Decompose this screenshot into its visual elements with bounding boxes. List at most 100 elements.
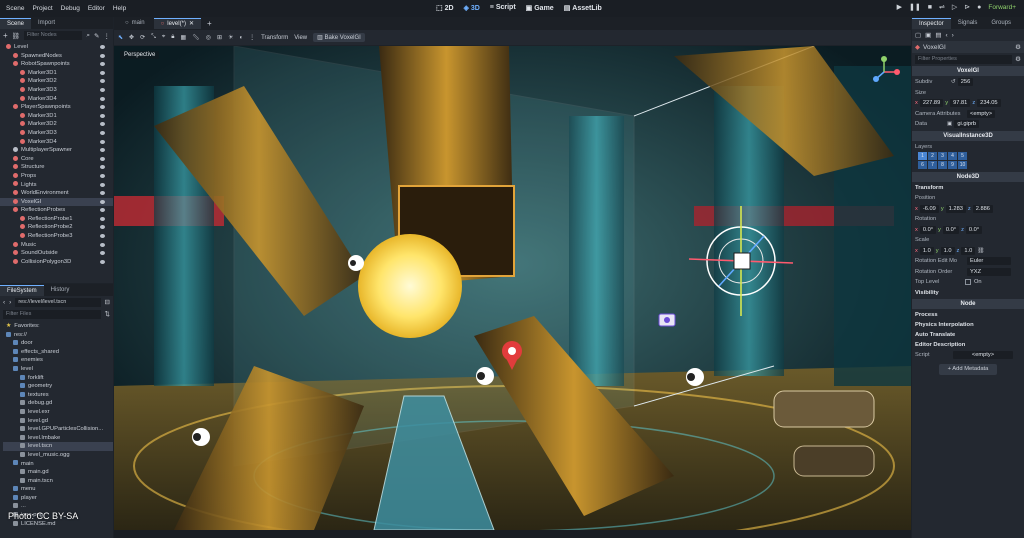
scene-node[interactable]: Marker3D1 bbox=[0, 69, 113, 78]
ruler-icon[interactable]: 📏︎ bbox=[192, 34, 200, 41]
menu-project[interactable]: Project bbox=[32, 5, 52, 12]
tab-groups[interactable]: Groups bbox=[984, 18, 1018, 29]
sun-toggle-icon[interactable]: ☀ bbox=[228, 34, 233, 41]
layer-toggle[interactable]: 2 bbox=[928, 152, 937, 160]
file-item[interactable]: debug.gd bbox=[3, 399, 113, 408]
history-forward-icon[interactable]: › bbox=[952, 32, 954, 39]
menu-help[interactable]: Help bbox=[113, 5, 126, 12]
group-editor-description[interactable]: Editor Description bbox=[912, 340, 1024, 350]
visibility-eye-icon[interactable] bbox=[100, 53, 105, 58]
visibility-eye-icon[interactable] bbox=[100, 199, 105, 204]
layer-toggle[interactable]: 1 bbox=[918, 152, 927, 160]
scene-node[interactable]: Level bbox=[0, 43, 113, 52]
file-item[interactable]: level.GPUParticlesCollision... bbox=[3, 425, 113, 434]
tab-signals[interactable]: Signals bbox=[951, 18, 985, 29]
visibility-eye-icon[interactable] bbox=[100, 87, 105, 92]
search-icon[interactable]: ⌕ bbox=[86, 32, 90, 40]
scene-node[interactable]: ReflectionProbes bbox=[0, 206, 113, 215]
visibility-eye-icon[interactable] bbox=[100, 234, 105, 239]
settings-icon[interactable]: ⚙ bbox=[1015, 43, 1021, 51]
scene-filter-input[interactable]: Filter Nodes bbox=[23, 31, 83, 40]
position-y-field[interactable]: 1.283 bbox=[945, 204, 966, 213]
visibility-eye-icon[interactable] bbox=[100, 45, 105, 49]
position-x-field[interactable]: -6.09 bbox=[919, 204, 939, 213]
scene-node[interactable]: Marker3D2 bbox=[0, 120, 113, 129]
add-metadata-button[interactable]: + Add Metadata bbox=[939, 364, 997, 375]
layer-toggle[interactable]: 9 bbox=[948, 161, 957, 169]
bake-voxelgi-button[interactable]: ▥ Bake VoxelGI bbox=[313, 33, 365, 42]
rotation-edit-mode-select[interactable]: Euler bbox=[967, 257, 1011, 266]
visibility-eye-icon[interactable] bbox=[100, 96, 105, 101]
visibility-eye-icon[interactable] bbox=[100, 251, 105, 256]
layer-toggle[interactable]: 4 bbox=[948, 152, 957, 160]
file-item[interactable]: effects_shared bbox=[3, 348, 113, 357]
file-item[interactable]: door bbox=[3, 339, 113, 348]
remote-debug-icon[interactable]: ⇌ bbox=[939, 3, 945, 11]
renderer-select[interactable]: Forward+ bbox=[988, 4, 1016, 11]
scale-z-field[interactable]: 1.0 bbox=[961, 246, 976, 255]
layer-toggle[interactable]: 5 bbox=[958, 152, 967, 160]
rotation-x-field[interactable]: 0.0° bbox=[919, 225, 937, 234]
scene-node[interactable]: Marker3D1 bbox=[0, 112, 113, 121]
add-node-icon[interactable]: + bbox=[3, 31, 8, 40]
file-item[interactable]: level.lmbake bbox=[3, 434, 113, 443]
menu-scene[interactable]: Scene bbox=[6, 5, 24, 12]
scene-node[interactable]: Props bbox=[0, 172, 113, 181]
script-field[interactable]: <empty> bbox=[953, 350, 1013, 359]
scene-node[interactable]: PlayerSpawnpoints bbox=[0, 103, 113, 112]
tab-import[interactable]: Import bbox=[31, 18, 62, 29]
layer-toggle[interactable]: 8 bbox=[938, 161, 947, 169]
move-tool-icon[interactable]: ✥ bbox=[129, 34, 134, 41]
visibility-eye-icon[interactable] bbox=[100, 79, 105, 84]
file-item[interactable]: menu bbox=[3, 485, 113, 494]
script-icon[interactable]: ✎ bbox=[94, 32, 99, 40]
menu-icon[interactable]: ⋮ bbox=[104, 32, 111, 40]
data-resource-field[interactable]: gi.giprb bbox=[954, 120, 980, 129]
visibility-eye-icon[interactable] bbox=[100, 122, 105, 127]
snap-icon[interactable]: ⊞ bbox=[217, 34, 222, 41]
scene-node[interactable]: SoundOutside bbox=[0, 249, 113, 258]
more-icon[interactable]: ⋮ bbox=[249, 34, 255, 41]
scene-node[interactable]: ReflectionProbe2 bbox=[0, 223, 113, 232]
local-space-icon[interactable]: ◎ bbox=[206, 34, 211, 41]
file-item[interactable]: forklift bbox=[3, 374, 113, 383]
lock-icon[interactable]: 🔒︎ bbox=[171, 34, 174, 41]
file-item[interactable]: level.exr bbox=[3, 408, 113, 417]
link-scale-icon[interactable]: ⛓ bbox=[977, 248, 984, 254]
file-item[interactable]: res:// bbox=[3, 331, 113, 340]
group-process[interactable]: Process bbox=[912, 310, 1024, 320]
light-icon-bottom-left[interactable] bbox=[192, 428, 210, 446]
tools-icon[interactable]: ⚙ bbox=[1015, 55, 1021, 63]
workspace-3d[interactable]: ◈ 3D bbox=[464, 4, 480, 12]
visibility-eye-icon[interactable] bbox=[100, 148, 105, 153]
voxelgi-node-icon[interactable] bbox=[733, 252, 751, 270]
workspace-assetlib[interactable]: ▤ AssetLib bbox=[564, 4, 602, 12]
select-tool-icon[interactable]: ⬉ bbox=[118, 34, 123, 41]
visibility-eye-icon[interactable] bbox=[100, 130, 105, 135]
scene-node[interactable]: Marker3D3 bbox=[0, 129, 113, 138]
audio-icon[interactable] bbox=[348, 255, 364, 271]
rotation-y-field[interactable]: 0.0° bbox=[942, 225, 960, 234]
open-icon[interactable]: ▣ bbox=[925, 31, 931, 39]
fs-path-field[interactable]: res://level/level.tscn bbox=[15, 297, 101, 307]
play-icon[interactable]: ▶ bbox=[897, 3, 902, 11]
omni-light-icon[interactable] bbox=[476, 367, 494, 385]
split-icon[interactable]: ⊟ bbox=[105, 298, 110, 306]
fs-filter-input[interactable]: Filter Files bbox=[3, 309, 101, 319]
scene-node[interactable]: MultiplayerSpawner bbox=[0, 146, 113, 155]
selectable-tool-icon[interactable]: ⌖ bbox=[162, 34, 165, 41]
tab-filesystem[interactable]: FileSystem bbox=[0, 285, 44, 296]
layer-toggle[interactable]: 10 bbox=[958, 161, 967, 169]
visibility-eye-icon[interactable] bbox=[100, 139, 105, 144]
file-item[interactable]: main bbox=[3, 460, 113, 469]
top-level-checkbox[interactable] bbox=[965, 279, 971, 286]
layer-toggle[interactable]: 6 bbox=[918, 161, 927, 169]
visibility-eye-icon[interactable] bbox=[100, 173, 105, 178]
transform-menu[interactable]: Transform bbox=[261, 35, 288, 41]
subdiv-select[interactable]: 256 bbox=[957, 78, 974, 87]
env-toggle-icon[interactable]: ◐ bbox=[239, 35, 243, 41]
stop-icon[interactable]: ■ bbox=[928, 4, 932, 11]
visibility-eye-icon[interactable] bbox=[100, 156, 105, 161]
movie-icon[interactable]: ● bbox=[977, 4, 981, 11]
size-y-field[interactable]: 97.81 bbox=[950, 99, 971, 108]
